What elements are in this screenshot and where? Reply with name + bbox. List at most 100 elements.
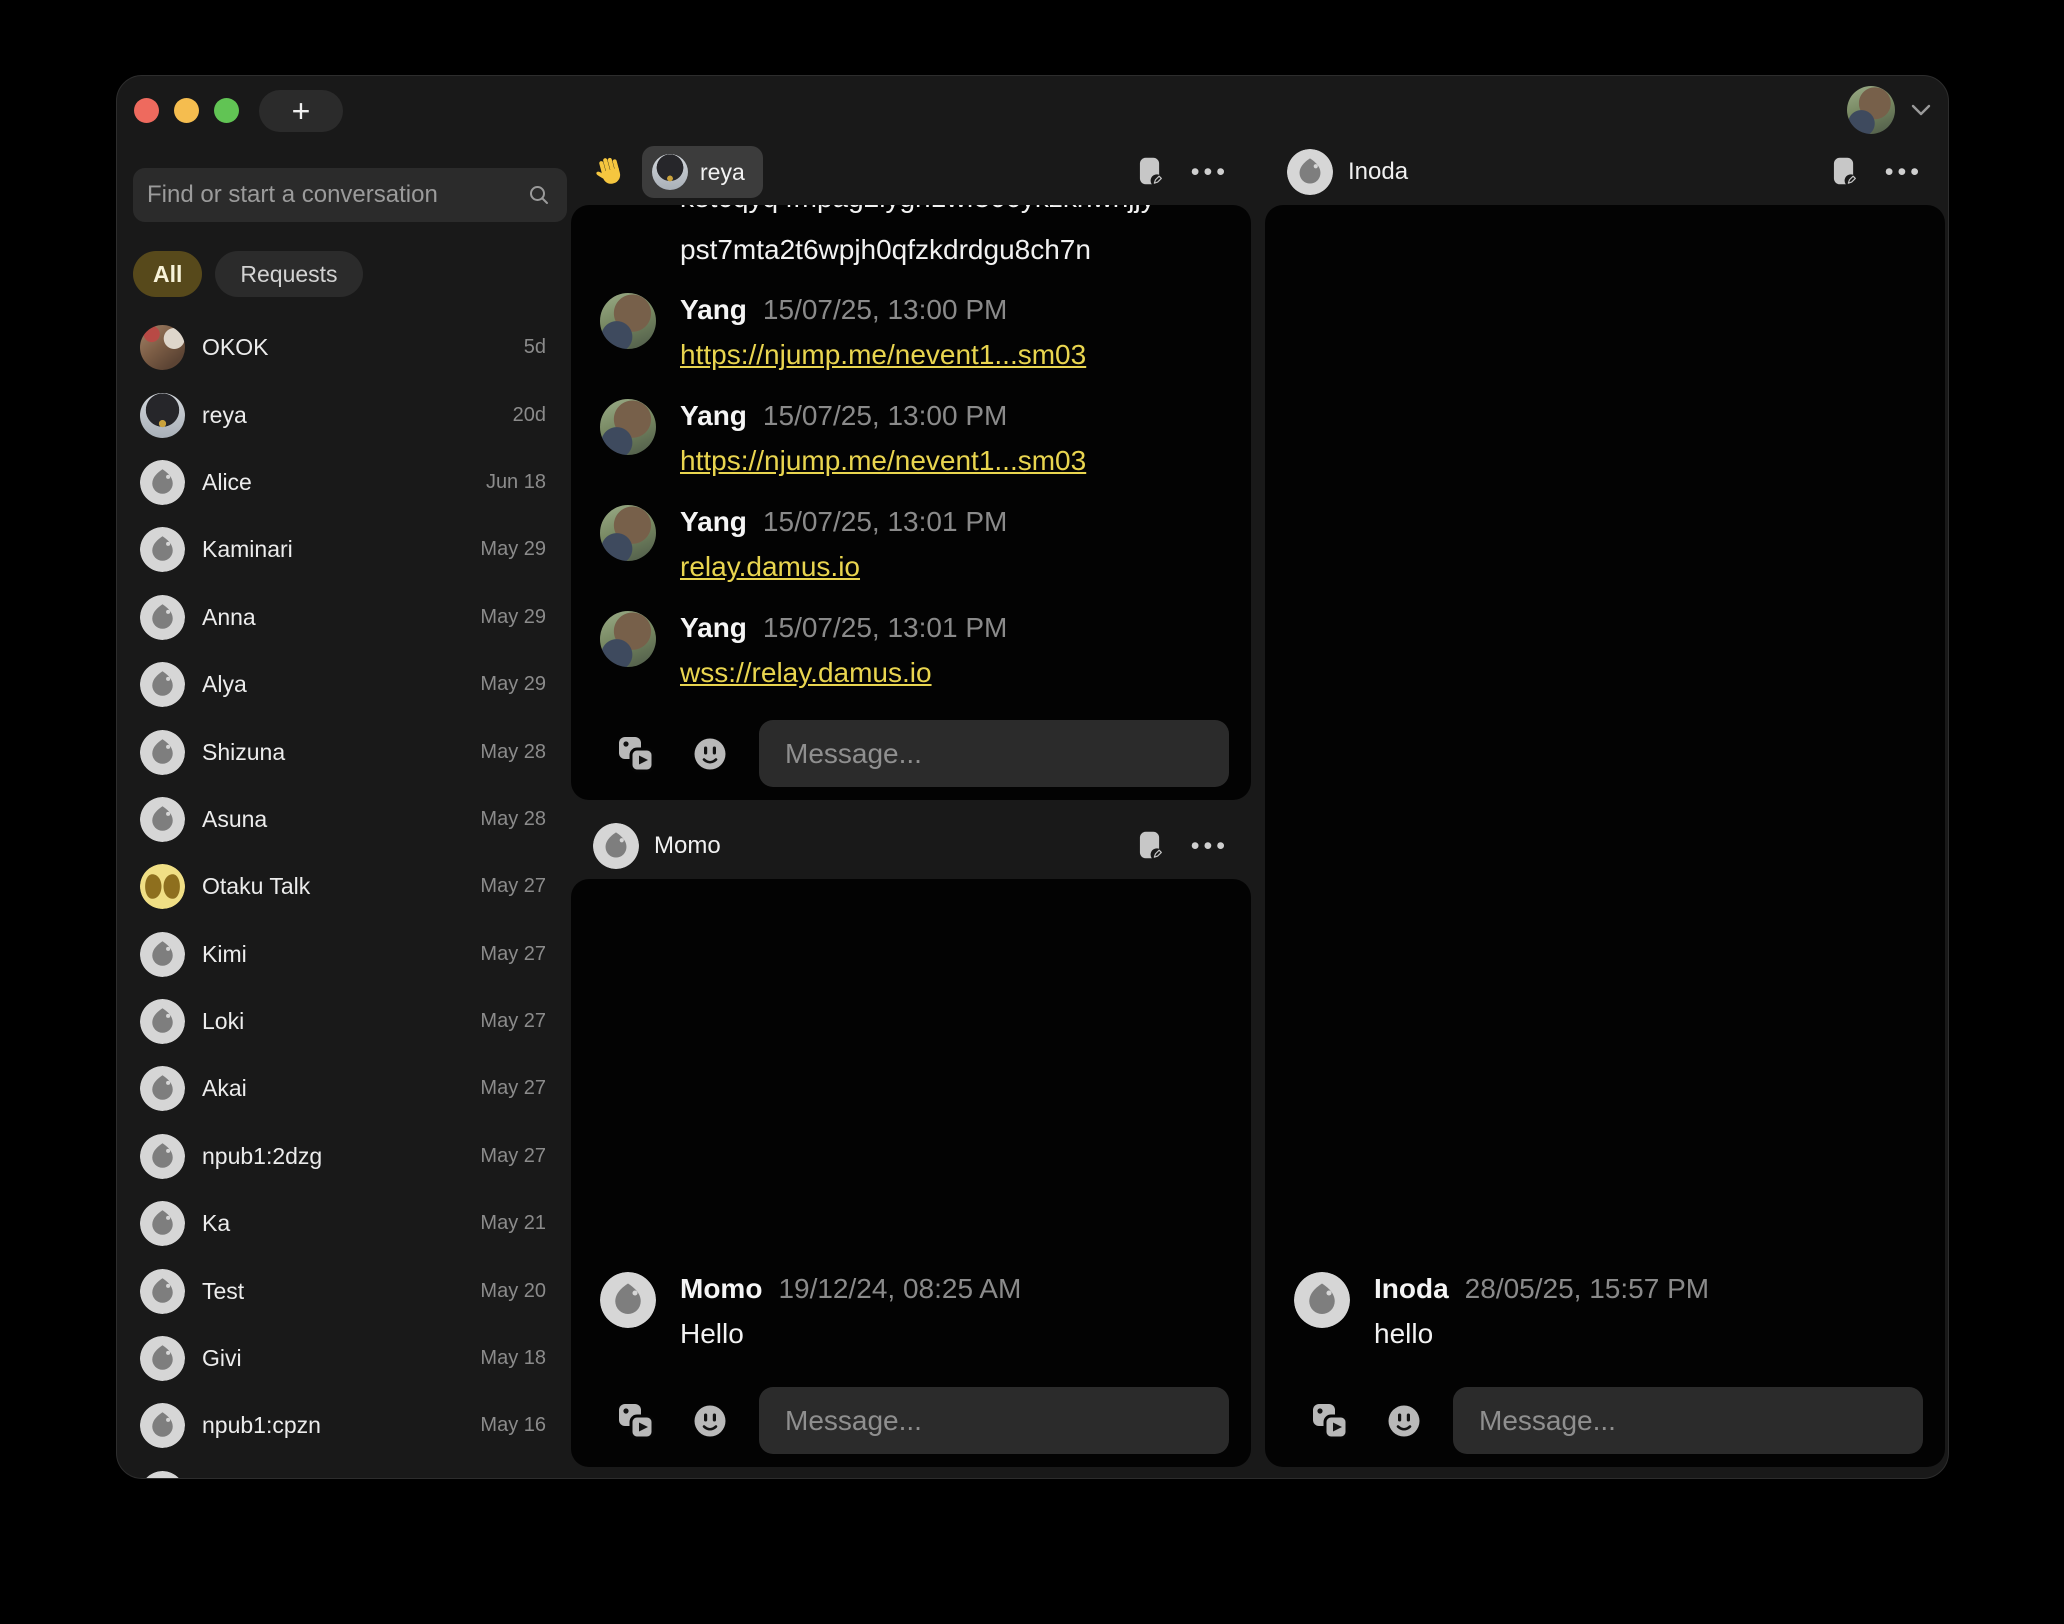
conversation-avatar [140, 1201, 185, 1246]
conversation-item[interactable]: ShizunaMay 28 [133, 718, 567, 785]
emoji-picker-icon[interactable] [1387, 1404, 1421, 1438]
conversation-item[interactable]: OKOK5d [133, 314, 567, 381]
emoji-picker-icon[interactable] [693, 1404, 727, 1438]
message-input[interactable] [759, 720, 1229, 787]
conversation-date: May 20 [480, 1280, 546, 1303]
message-avatar [600, 293, 656, 349]
conversation-name: Givi [202, 1345, 242, 1372]
composer-reya [616, 720, 1229, 787]
zoom-button[interactable] [214, 98, 239, 123]
conversation-name: Akai [202, 1075, 247, 1102]
tab-all[interactable]: All [133, 251, 202, 297]
search-box[interactable] [133, 168, 567, 222]
conversation-item[interactable]: Alice Jun 18 [133, 449, 567, 516]
minimize-button[interactable] [174, 98, 199, 123]
message: Yang15/07/25, 13:00 PMhttps://njump.me/n… [595, 399, 1227, 478]
message-author: Yang [680, 294, 747, 325]
conversation-date: May 27 [480, 1077, 546, 1100]
tab-requests[interactable]: Requests [215, 251, 362, 297]
message-timestamp: 15/07/25, 13:00 PM [763, 294, 1007, 325]
message-input[interactable] [759, 1387, 1229, 1454]
conversation-item[interactable]: TestMay 20 [133, 1257, 567, 1324]
conversation-item[interactable]: Otaku TalkMay 27 [133, 853, 567, 920]
conversation-date: 20d [513, 404, 546, 427]
conversation-avatar [140, 662, 185, 707]
message-text: Hello [680, 1318, 744, 1349]
media-picker-icon[interactable] [616, 1401, 656, 1441]
conversation-avatar [140, 932, 185, 977]
conversation-name: Loki [202, 1008, 244, 1035]
conversation-name: Anna [202, 604, 256, 631]
conversation-date: May 28 [480, 741, 546, 764]
conversation-item[interactable]: npub1:2dzg May 27 [133, 1123, 567, 1190]
search-input[interactable] [147, 181, 527, 209]
peer-name: Inoda [1348, 158, 1408, 186]
chat-header-reya: reya ••• [571, 139, 1251, 205]
more-options-icon[interactable]: ••• [1191, 160, 1229, 185]
new-chat-button[interactable]: + [259, 90, 343, 132]
conversation-item[interactable]: AsunaMay 28 [133, 786, 567, 853]
conversation-date: May 28 [480, 808, 546, 831]
peer-avatar [652, 154, 688, 190]
user-avatar[interactable] [1847, 86, 1895, 134]
conversation-date: Jun 18 [486, 471, 546, 494]
conversation-item[interactable]: reya20d [133, 381, 567, 448]
search-icon [527, 183, 551, 207]
message: Momo19/12/24, 08:25 AMHello [595, 1272, 1227, 1351]
message-link[interactable]: https://njump.me/nevent1...sm03 [680, 445, 1086, 476]
conversation-name: Alice [202, 469, 252, 496]
conversation-item[interactable]: npub1:cpznMay 16 [133, 1392, 567, 1459]
composer-momo [616, 1387, 1229, 1454]
conversation-date: 5d [524, 336, 546, 359]
account-menu[interactable] [1847, 86, 1931, 134]
note-edit-icon[interactable] [1139, 157, 1163, 188]
conversation-avatar [140, 797, 185, 842]
conversation-date: May 21 [480, 1212, 546, 1235]
conversation-item[interactable]: AnnaMay 29 [133, 584, 567, 651]
window-controls [134, 98, 239, 123]
conversation-avatar [140, 1269, 185, 1314]
conversation-date: May 27 [480, 943, 546, 966]
conversation-item[interactable]: Givi May 18 [133, 1325, 567, 1392]
conversation-item[interactable] [133, 1460, 567, 1478]
chevron-down-icon[interactable] [1911, 104, 1931, 116]
media-picker-icon[interactable] [1310, 1401, 1350, 1441]
conversation-avatar [140, 730, 185, 775]
conversation-item[interactable]: AlyaMay 29 [133, 651, 567, 718]
conversation-item[interactable]: KaminariMay 29 [133, 516, 567, 583]
conversation-item[interactable]: LokiMay 27 [133, 988, 567, 1055]
message: Inoda28/05/25, 15:57 PMhello [1289, 1272, 1921, 1351]
conversation-date: May 18 [480, 1347, 546, 1370]
message-text: hello [1374, 1318, 1433, 1349]
message-author: Yang [680, 612, 747, 643]
plus-icon: + [292, 95, 311, 127]
conversation-avatar [140, 1336, 185, 1381]
conversation-item[interactable]: KimiMay 27 [133, 921, 567, 988]
note-edit-icon[interactable] [1139, 831, 1163, 862]
conversation-name: npub1:2dzg [202, 1143, 322, 1170]
conversation-item[interactable]: KaMay 21 [133, 1190, 567, 1257]
media-picker-icon[interactable] [616, 734, 656, 774]
column-middle: reya ••• ket6qyq4mpag2lygh1wf366ykzkhwnj… [571, 139, 1251, 1467]
message-input[interactable] [1453, 1387, 1923, 1454]
chat-card-reya: ket6qyq4mpag2lygh1wf366ykzkhwnjjy pst7mt… [571, 205, 1251, 800]
conversation-avatar [140, 999, 185, 1044]
message-link[interactable]: https://njump.me/nevent1...sm03 [680, 339, 1086, 370]
emoji-picker-icon[interactable] [693, 737, 727, 771]
conversation-name: Otaku Talk [202, 873, 310, 900]
note-edit-icon[interactable] [1833, 157, 1857, 188]
conversation-date: May 27 [480, 1145, 546, 1168]
conversation-date: May 29 [480, 673, 546, 696]
message-link[interactable]: wss://relay.damus.io [680, 657, 932, 688]
message-text-wrapped: pst7mta2t6wpjh0qfzkdrdgu8ch7n [595, 233, 1227, 267]
more-options-icon[interactable]: ••• [1191, 834, 1229, 859]
more-options-icon[interactable]: ••• [1885, 160, 1923, 185]
peer-name: Momo [654, 832, 721, 860]
conversation-item[interactable]: Akai May 27 [133, 1055, 567, 1122]
conversation-avatar [140, 1066, 185, 1111]
message-link[interactable]: relay.damus.io [680, 551, 860, 582]
chat-card-momo: Momo19/12/24, 08:25 AMHello [571, 879, 1251, 1467]
chat-header-momo: Momo ••• [571, 813, 1251, 879]
peer-chip-reya[interactable]: reya [642, 146, 763, 198]
close-button[interactable] [134, 98, 159, 123]
